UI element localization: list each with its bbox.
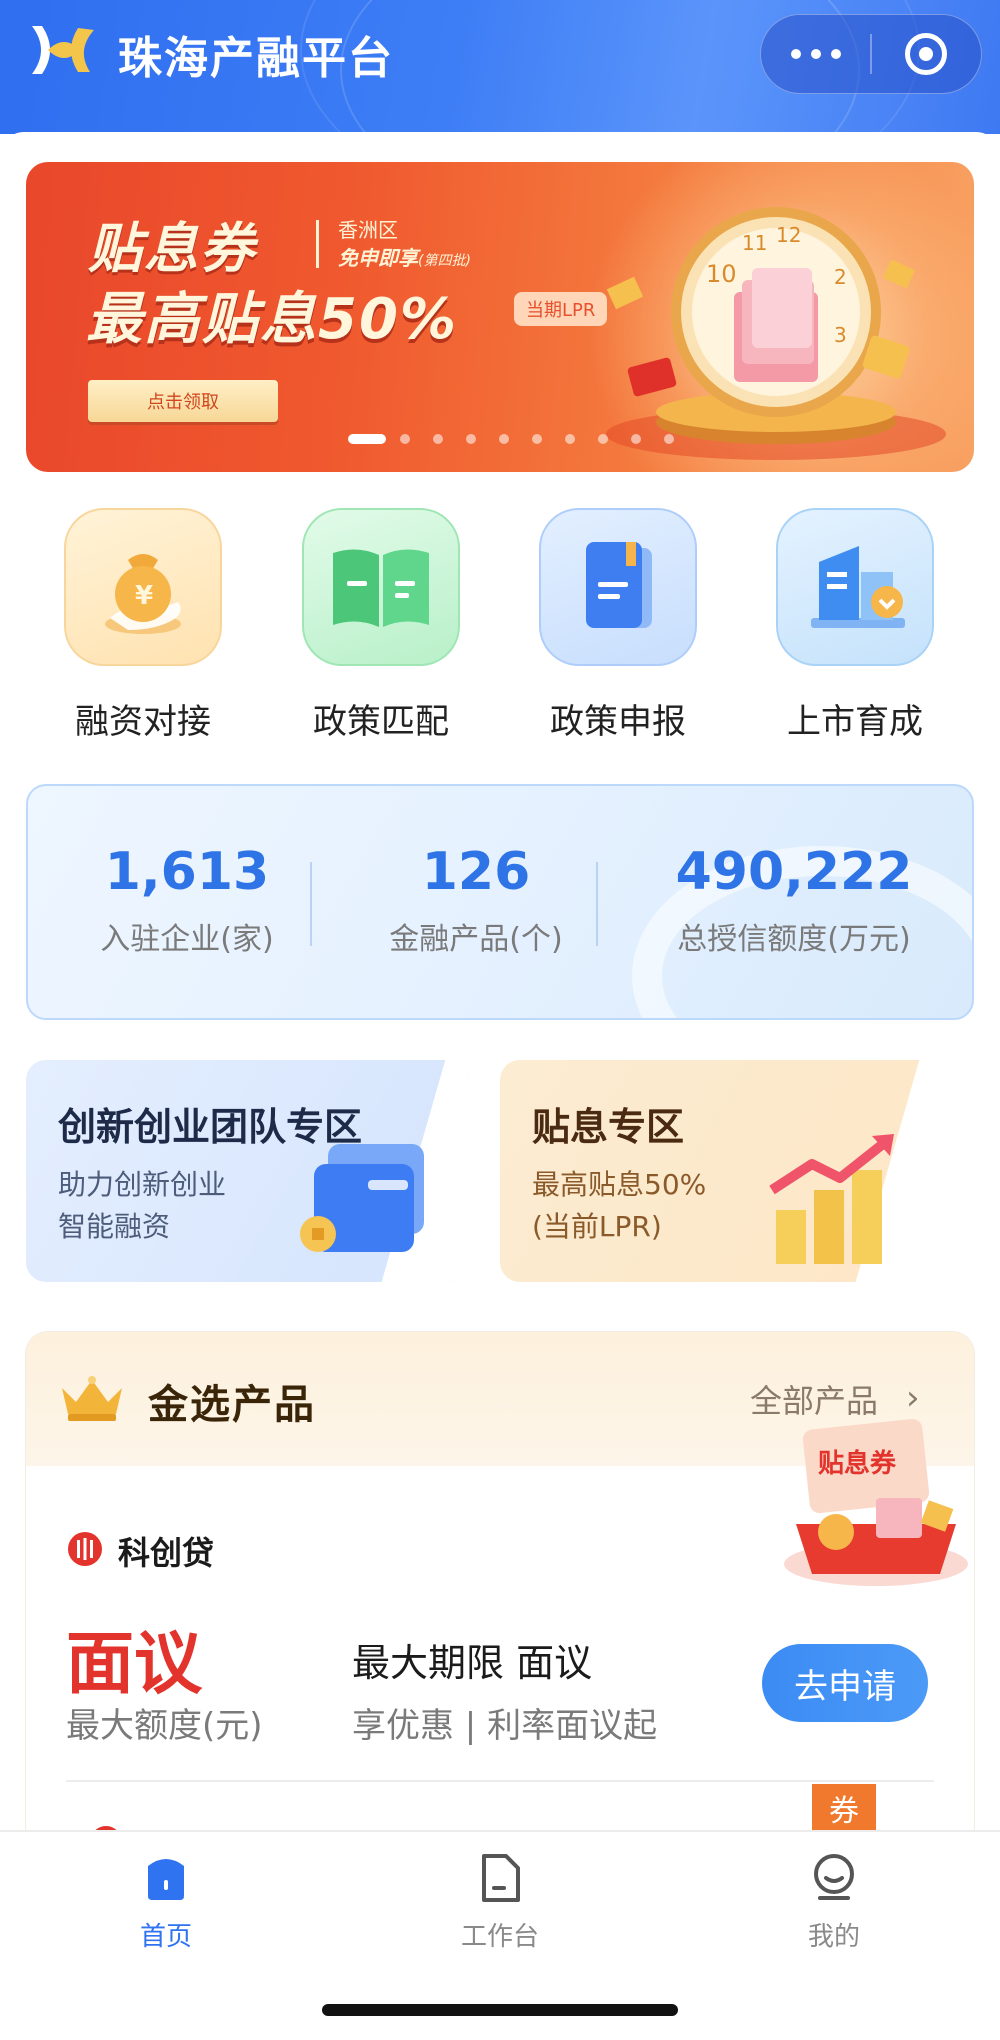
banner-headline: 最高贴息50% bbox=[86, 287, 459, 352]
coupon-tag: 券 bbox=[812, 1784, 876, 1832]
featured-products: 金选产品 全部产品 › 贴息券 科创贷 面议 最大额度(元) 最大期限 面议 享… bbox=[26, 1332, 974, 1832]
zone-subtitle-line: 最高贴息50% bbox=[532, 1168, 707, 1201]
tab-label: 首页 bbox=[139, 1922, 192, 1952]
quick-action-label: 上市育成 bbox=[787, 702, 923, 742]
stat-caption: 入驻企业(家) bbox=[100, 922, 274, 957]
quick-action-policy-match[interactable]: 政策匹配 bbox=[281, 508, 481, 743]
mini-program-capsule bbox=[760, 14, 982, 94]
stat-enterprises: 1,613 入驻企业(家) bbox=[62, 842, 312, 958]
open-book-icon bbox=[302, 508, 460, 666]
app-title: 珠海产融平台 bbox=[118, 33, 394, 84]
banner-pagination bbox=[26, 434, 974, 444]
zone-subtitle-line: (当前LPR) bbox=[532, 1210, 662, 1243]
banner-free-label: 免申即享 bbox=[338, 246, 418, 270]
svg-text:12: 12 bbox=[776, 223, 801, 247]
tab-profile[interactable]: 我的 bbox=[754, 1850, 914, 1953]
quick-actions: ¥ 融资对接 政策匹配 政策申报 上市育成 bbox=[0, 508, 1000, 748]
pagination-dot[interactable] bbox=[466, 434, 476, 444]
quick-action-financing[interactable]: ¥ 融资对接 bbox=[43, 508, 243, 743]
tab-workbench[interactable]: 工作台 bbox=[420, 1850, 580, 1953]
more-dots-icon[interactable] bbox=[761, 15, 870, 93]
stat-value: 126 bbox=[421, 842, 531, 902]
platform-stats: 1,613 入驻企业(家) 126 金融产品(个) 490,222 总授信额度(… bbox=[26, 784, 974, 1020]
apply-button[interactable]: 去申请 bbox=[762, 1644, 928, 1722]
svg-text:3: 3 bbox=[834, 323, 847, 347]
platform-logo bbox=[32, 26, 94, 74]
stat-value: 490,222 bbox=[675, 842, 913, 902]
pagination-dot[interactable] bbox=[598, 434, 608, 444]
product-max-amount: 面议 bbox=[66, 1625, 203, 1704]
target-icon[interactable] bbox=[872, 15, 981, 93]
tab-label: 我的 bbox=[807, 1922, 860, 1952]
subsidy-zone-card[interactable]: 贴息专区 最高贴息50% (当前LPR) bbox=[500, 1060, 942, 1282]
zone-subtitle-line: 助力创新创业 bbox=[58, 1168, 227, 1201]
banner-claim-button[interactable]: 点击领取 bbox=[88, 380, 278, 422]
pagination-dot[interactable] bbox=[433, 434, 443, 444]
pagination-dot[interactable] bbox=[532, 434, 542, 444]
pagination-dot[interactable] bbox=[565, 434, 575, 444]
banner-batch: (第四批) bbox=[418, 253, 471, 269]
banner-title: 贴息券 bbox=[88, 217, 256, 280]
product-name: 科创贷 bbox=[118, 1534, 215, 1572]
stat-divider bbox=[596, 862, 598, 946]
zone-subtitle: 助力创新创业 智能融资 bbox=[58, 1164, 226, 1248]
tab-label: 工作台 bbox=[460, 1922, 539, 1952]
product-separator bbox=[66, 1780, 934, 1782]
promo-banner[interactable]: 10 11 12 2 3 贴息券 香洲区 免申即享(第四批) 最高贴息50% 当… bbox=[26, 162, 974, 472]
stat-credit-amount: 490,222 总授信额度(万元) bbox=[644, 842, 944, 958]
profile-icon bbox=[806, 1850, 862, 1906]
svg-text:11: 11 bbox=[742, 231, 767, 255]
banner-district: 香洲区 bbox=[338, 218, 398, 242]
home-indicator bbox=[322, 2004, 678, 2016]
app-header: 珠海产融平台 bbox=[0, 0, 1000, 134]
svg-text:¥: ¥ bbox=[135, 581, 153, 611]
document-icon bbox=[472, 1850, 528, 1906]
quick-action-ipo-incubation[interactable]: 上市育成 bbox=[755, 508, 955, 743]
banner-free-apply: 免申即享(第四批) bbox=[338, 242, 471, 271]
quick-action-policy-apply[interactable]: 政策申报 bbox=[518, 508, 718, 743]
bank-logo-icon bbox=[68, 1532, 102, 1566]
product-benefit: 享优惠 | 利率面议起 bbox=[352, 1706, 658, 1746]
document-book-icon bbox=[539, 508, 697, 666]
svg-text:2: 2 bbox=[834, 265, 847, 289]
coupon-illustration: 贴息券 bbox=[784, 1418, 968, 1586]
chevron-right-icon[interactable]: › bbox=[906, 1378, 920, 1418]
stat-caption: 金融产品(个) bbox=[389, 922, 563, 957]
pagination-dot[interactable] bbox=[348, 434, 386, 444]
wallet-icon bbox=[300, 1144, 424, 1252]
zone-subtitle-line: 智能融资 bbox=[58, 1210, 171, 1243]
products-title: 金选产品 bbox=[148, 1382, 316, 1428]
quick-action-label: 政策申报 bbox=[550, 702, 686, 742]
stat-caption: 总授信额度(万元) bbox=[677, 922, 911, 957]
banner-lpr-tag: 当期LPR bbox=[514, 292, 608, 326]
pagination-dot[interactable] bbox=[400, 434, 410, 444]
quick-action-label: 政策匹配 bbox=[313, 702, 449, 742]
zone-subtitle: 最高贴息50% (当前LPR) bbox=[532, 1164, 706, 1248]
pagination-dot[interactable] bbox=[631, 434, 641, 444]
building-icon bbox=[776, 508, 934, 666]
pagination-dot[interactable] bbox=[499, 434, 509, 444]
clock-money-illustration: 10 11 12 2 3 bbox=[606, 207, 946, 460]
crown-icon bbox=[62, 1376, 122, 1421]
zone-title: 贴息专区 bbox=[532, 1105, 685, 1149]
product-max-term: 最大期限 面议 bbox=[352, 1641, 593, 1685]
coupon-art-label: 贴息券 bbox=[818, 1448, 897, 1479]
growth-chart-icon bbox=[769, 1134, 894, 1264]
tab-home[interactable]: 首页 bbox=[86, 1850, 246, 1953]
quick-action-label: 融资对接 bbox=[75, 702, 211, 742]
svg-text:10: 10 bbox=[706, 260, 737, 288]
stat-divider bbox=[310, 862, 312, 946]
stat-products: 126 金融产品(个) bbox=[344, 842, 608, 958]
money-bag-icon: ¥ bbox=[64, 508, 222, 666]
innovation-zone-card[interactable]: 创新创业团队专区 助力创新创业 智能融资 bbox=[26, 1060, 468, 1282]
stat-value: 1,613 bbox=[104, 842, 270, 902]
banner-divider bbox=[316, 220, 319, 268]
pagination-dot[interactable] bbox=[664, 434, 674, 444]
home-icon bbox=[138, 1850, 194, 1906]
product-amount-caption: 最大额度(元) bbox=[66, 1706, 263, 1746]
